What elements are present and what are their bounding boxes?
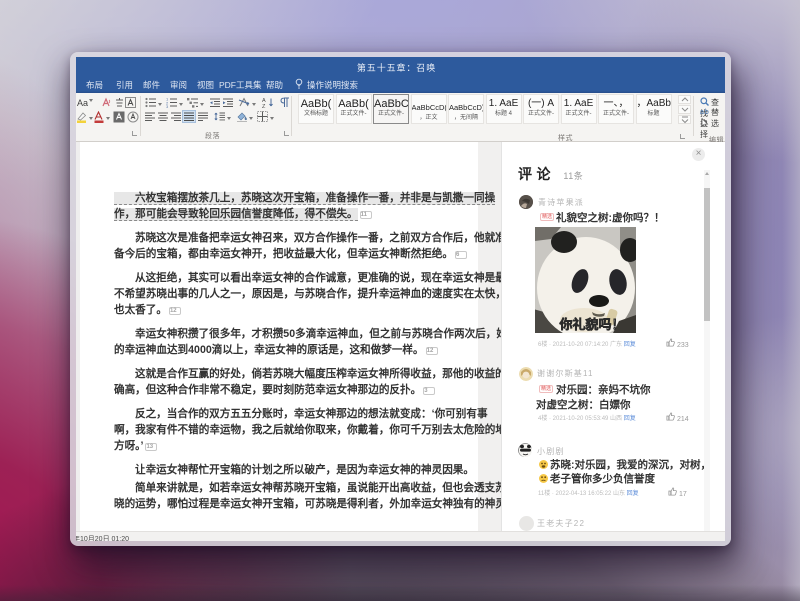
svg-text:你礼貌吗！: 你礼貌吗！	[558, 317, 624, 332]
svg-text:ab: ab	[700, 109, 709, 116]
svg-text:3: 3	[166, 104, 169, 108]
svg-text:Z: Z	[262, 104, 266, 108]
